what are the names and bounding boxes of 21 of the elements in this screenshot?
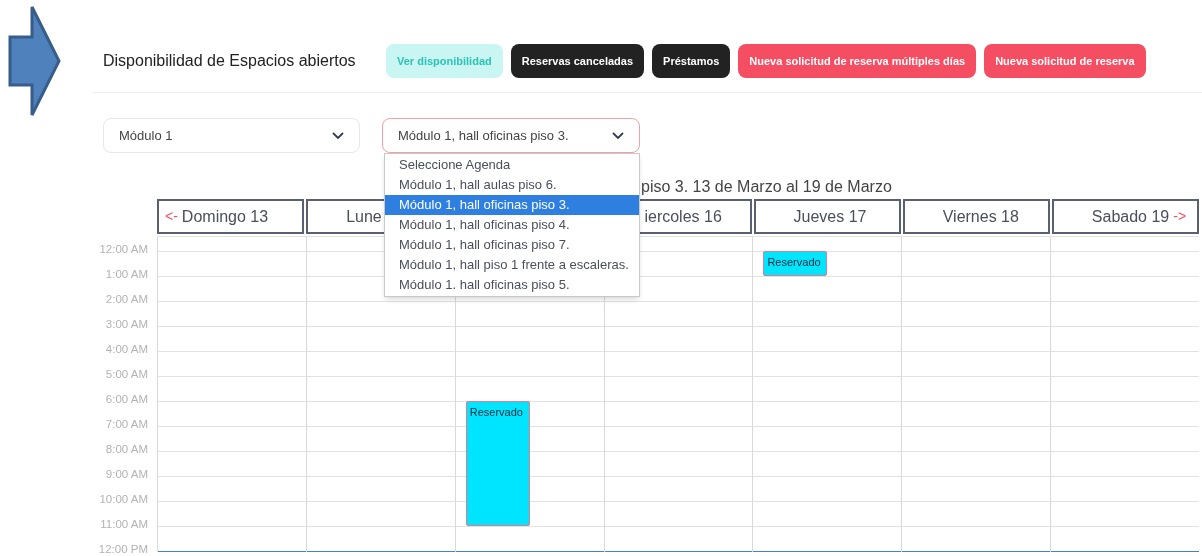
day-label: Jueves 17 bbox=[793, 206, 867, 227]
day-label: Sabado 19 bbox=[1091, 206, 1170, 227]
day-label: Lune bbox=[346, 206, 382, 227]
time-label: 7:00 AM bbox=[104, 416, 149, 432]
calendar-title: piso 3. 13 de Marzo al 19 de Marzo bbox=[641, 178, 892, 195]
time-label: 12:00 PM bbox=[97, 541, 149, 556]
page-title: Disponibilidad de Espacios abiertos bbox=[103, 51, 357, 71]
time-label: 5:00 AM bbox=[104, 366, 149, 382]
day-label: Viernes 18 bbox=[942, 206, 1019, 227]
time-label: 11:00 AM bbox=[99, 516, 149, 532]
time-label: 6:00 AM bbox=[104, 391, 149, 407]
time-label: 12:00 AM bbox=[98, 241, 149, 257]
time-label: 10:00 AM bbox=[98, 491, 149, 507]
time-label: 9:00 AM bbox=[104, 466, 149, 482]
time-label: 2:00 AM bbox=[104, 291, 149, 307]
time-label: 8:00 AM bbox=[104, 441, 149, 457]
day-label: iercoles 16 bbox=[644, 206, 722, 227]
time-label: 1:00 AM bbox=[104, 266, 149, 282]
day-label: Domingo 13 bbox=[181, 206, 269, 227]
time-label: 3:00 AM bbox=[104, 316, 149, 332]
time-label: 4:00 AM bbox=[104, 341, 149, 357]
